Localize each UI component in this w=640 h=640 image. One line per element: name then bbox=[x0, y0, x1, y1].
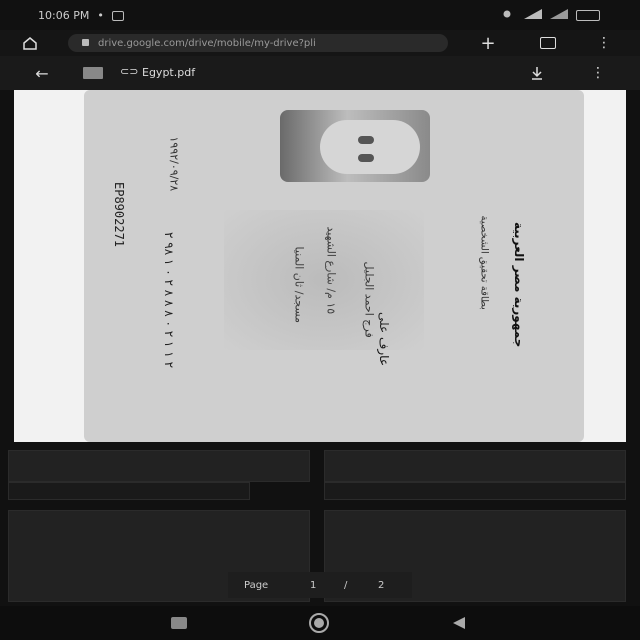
pdf-page: EP8902271 ۱۹۹۲/۰۹/۲۸ ۲ ۹۸ ۱ ۰ ۲ ۸ ۸ ۸ ۰ … bbox=[14, 90, 626, 442]
current-page: 1 bbox=[310, 579, 317, 591]
cell-icon bbox=[550, 9, 568, 22]
new-tab-plus-icon[interactable]: + bbox=[478, 33, 498, 54]
url-text: drive.google.com/drive/mobile/my-drive?p… bbox=[98, 37, 316, 49]
download-icon[interactable] bbox=[526, 63, 548, 83]
system-nav-bar bbox=[0, 606, 640, 640]
browser-toolbar: drive.google.com/drive/mobile/my-drive?p… bbox=[0, 30, 640, 56]
status-time: 10:06 PM bbox=[38, 9, 90, 22]
url-field[interactable]: drive.google.com/drive/mobile/my-drive?p… bbox=[68, 34, 448, 52]
background-tile bbox=[8, 482, 250, 500]
page-separator: / bbox=[344, 579, 348, 591]
status-bar: 10:06 PM • bbox=[0, 0, 640, 30]
background-tile bbox=[8, 450, 310, 482]
background-tile bbox=[324, 482, 626, 500]
back-nav-icon[interactable] bbox=[448, 614, 470, 632]
card-subheader: بطاقة تحقيق الشخصية bbox=[478, 215, 490, 310]
battery-icon bbox=[576, 10, 600, 21]
eye-left bbox=[358, 136, 374, 144]
date-of-birth: ۱۹۹۲/۰۹/۲۸ bbox=[167, 136, 181, 192]
id-card-image: EP8902271 ۱۹۹۲/۰۹/۲۸ ۲ ۹۸ ۱ ۰ ۲ ۸ ۸ ۸ ۰ … bbox=[84, 90, 584, 442]
national-number: ۲ ۹۸ ۱ ۰ ۲ ۸ ۸ ۸ ۰ ۲ ۱ ۱ ۲ bbox=[162, 232, 176, 369]
recents-icon[interactable] bbox=[168, 614, 190, 632]
viewer-menu-icon[interactable]: ⋮ bbox=[588, 63, 608, 83]
background-tile bbox=[324, 450, 626, 482]
home-icon[interactable] bbox=[20, 34, 40, 52]
signal-icon bbox=[502, 9, 516, 22]
serial-number: EP8902271 bbox=[112, 182, 126, 248]
lock-icon bbox=[82, 39, 89, 46]
total-pages: 2 bbox=[378, 579, 385, 591]
wifi-icon bbox=[524, 9, 542, 22]
file-name: Egypt.pdf bbox=[142, 66, 196, 79]
pdf-viewer: EP8902271 ۱۹۹۲/۰۹/۲۸ ۲ ۹۸ ۱ ۰ ۲ ۸ ۸ ۸ ۰ … bbox=[0, 90, 640, 606]
viewer-toolbar: ← ⊂⊃ Egypt.pdf ⋮ bbox=[0, 56, 640, 90]
page-indicator: Page 1 / 2 bbox=[228, 572, 412, 598]
back-arrow-icon[interactable]: ← bbox=[30, 63, 54, 83]
card-watermark bbox=[224, 210, 424, 350]
browser-menu-icon[interactable]: ⋮ bbox=[594, 34, 614, 52]
eye-right bbox=[358, 154, 374, 162]
pdf-file-icon bbox=[82, 66, 104, 80]
notification-icon bbox=[111, 10, 124, 21]
portrait-photo bbox=[280, 110, 430, 182]
home-nav-icon[interactable] bbox=[306, 612, 332, 634]
card-header: جمهورية مصر العربية bbox=[512, 222, 526, 348]
tabs-switcher-icon[interactable] bbox=[538, 34, 558, 52]
status-dot: • bbox=[97, 9, 104, 22]
page-label: Page bbox=[244, 579, 269, 591]
face-shape bbox=[320, 120, 420, 174]
link-icon: ⊂⊃ bbox=[120, 65, 139, 78]
